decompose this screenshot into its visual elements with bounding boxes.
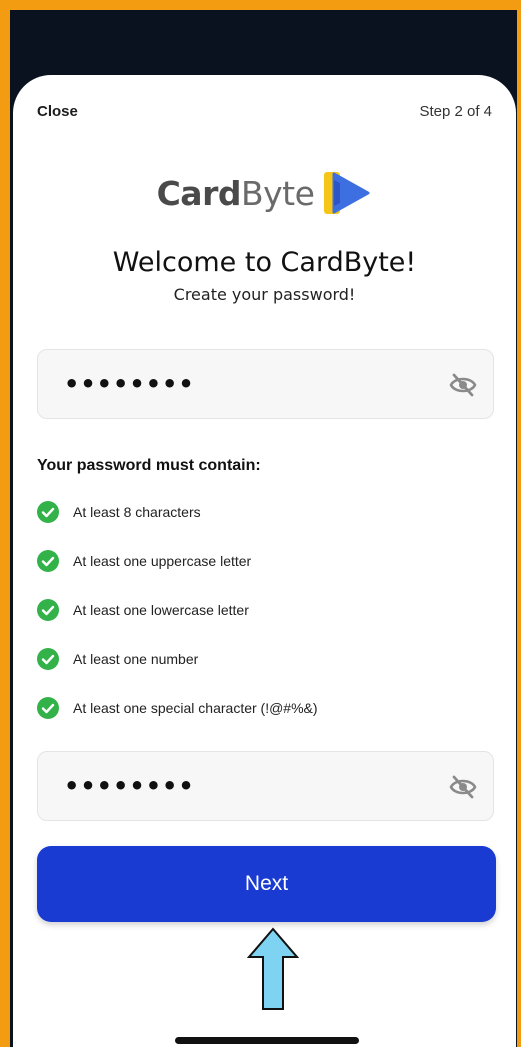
check-circle-icon — [37, 599, 59, 621]
logo-wordmark-bold: Card — [156, 173, 242, 213]
top-bar: Close Step 2 of 4 — [37, 103, 492, 125]
check-circle-icon — [37, 697, 59, 719]
check-circle-icon — [37, 550, 59, 572]
requirement-item: At least one special character (!@#%&) — [37, 697, 318, 746]
requirement-item: At least one uppercase letter — [37, 550, 318, 599]
welcome-subtitle: Create your password! — [173, 285, 356, 304]
signup-sheet: Close Step 2 of 4 CardByte Welcome to Ca… — [13, 75, 516, 1047]
requirement-label: At least one lowercase letter — [73, 602, 249, 618]
step-indicator: Step 2 of 4 — [419, 103, 492, 120]
requirements-title: Your password must contain: — [37, 457, 261, 474]
requirement-label: At least one uppercase letter — [73, 553, 252, 569]
requirement-item: At least one number — [37, 648, 318, 697]
cardbyte-logo: CardByte — [13, 163, 516, 223]
password-value: •••••••• — [64, 370, 195, 398]
close-button[interactable]: Close — [37, 103, 78, 120]
next-button[interactable]: Next — [37, 846, 496, 922]
confirm-password-field[interactable]: •••••••• — [37, 751, 494, 821]
requirement-label: At least one special character (!@#%&) — [73, 700, 318, 716]
up-arrow-icon — [247, 927, 299, 1010]
check-circle-icon — [37, 648, 59, 670]
eye-slash-icon[interactable] — [449, 372, 477, 398]
eye-slash-icon[interactable] — [449, 774, 477, 800]
requirement-item: At least one lowercase letter — [37, 599, 318, 648]
welcome-title: Welcome to CardByte! — [112, 247, 417, 278]
check-circle-icon — [37, 501, 59, 523]
requirement-label: At least one number — [73, 651, 199, 667]
requirement-item: At least 8 characters — [37, 501, 318, 550]
requirements-list: At least 8 characters At least one upper… — [37, 501, 318, 746]
cardbyte-play-logo-icon — [324, 172, 370, 214]
logo-wordmark-light: Byte — [240, 173, 315, 213]
app-frame: Close Step 2 of 4 CardByte Welcome to Ca… — [0, 0, 521, 1047]
confirm-password-value: •••••••• — [64, 772, 195, 800]
password-field[interactable]: •••••••• — [37, 349, 494, 419]
logo-wordmark: CardByte — [157, 174, 315, 213]
requirement-label: At least 8 characters — [73, 504, 201, 520]
home-indicator — [175, 1037, 359, 1044]
